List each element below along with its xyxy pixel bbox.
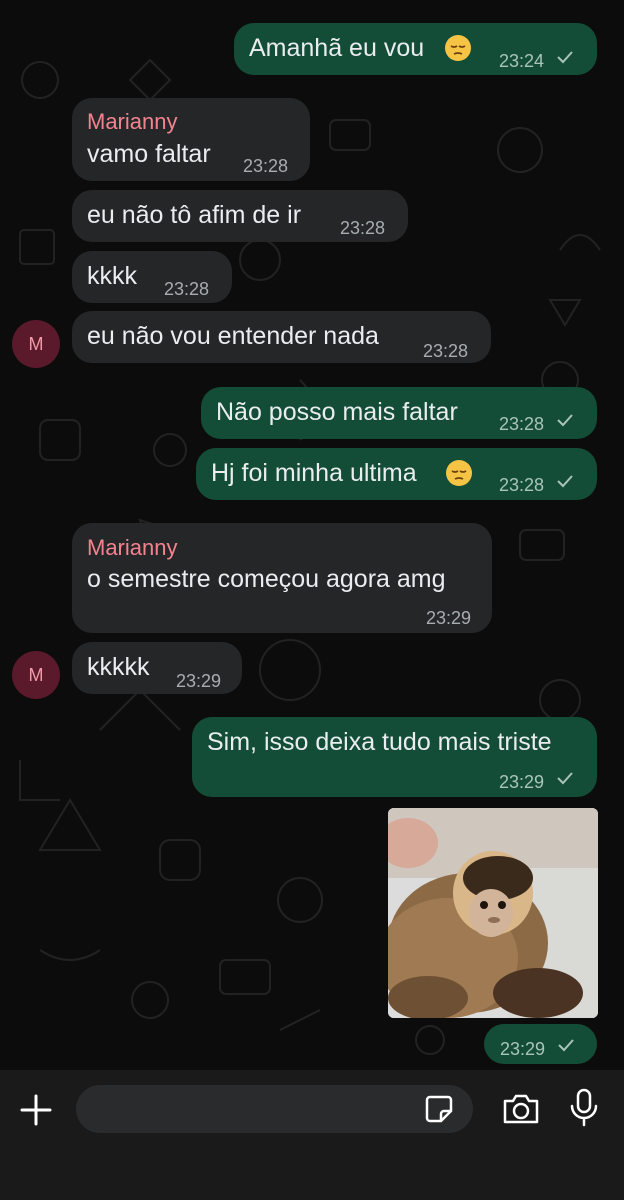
pensive-face-icon	[445, 35, 471, 61]
avatar[interactable]: M	[12, 651, 60, 699]
sender-name: Marianny	[87, 109, 178, 134]
message-time: 23:28	[499, 475, 545, 495]
avatar-initial: M	[28, 333, 44, 354]
message-text: Não posso mais faltar	[216, 398, 458, 426]
message-text: kkkk	[87, 262, 137, 290]
check-icon	[557, 475, 573, 488]
avatar[interactable]: M	[12, 320, 60, 368]
message-time: 23:28	[423, 341, 469, 361]
message-text: eu não tô afim de ir	[87, 201, 302, 229]
message-time: 23:29	[426, 608, 472, 628]
pensive-face-icon	[446, 460, 472, 486]
message-time: 23:28	[340, 218, 386, 238]
message-text: vamo faltar	[87, 140, 211, 168]
capuchin-monkey-photo	[388, 808, 598, 1018]
microphone-icon[interactable]	[569, 1088, 599, 1128]
incoming-message[interactable]: eu não vou entender nada 23:28	[72, 311, 491, 363]
message-input[interactable]	[76, 1085, 473, 1133]
image-message[interactable]	[388, 808, 598, 1018]
message-time: 23:24	[499, 51, 545, 71]
message-text: eu não vou entender nada	[87, 322, 379, 350]
outgoing-message[interactable]: Hj foi minha ultima 23:28	[196, 448, 597, 500]
message-time: 23:29	[499, 772, 545, 792]
message-text: kkkkk	[87, 653, 150, 681]
message-time: 23:28	[243, 156, 289, 176]
incoming-message[interactable]: kkkk 23:28	[72, 251, 232, 303]
message-text: o semestre começou agora amg	[87, 565, 446, 593]
incoming-message[interactable]: eu não tô afim de ir 23:28	[72, 190, 408, 242]
avatar-initial: M	[28, 664, 44, 685]
check-icon	[558, 1039, 574, 1052]
message-time: 23:29	[176, 671, 222, 691]
sender-name: Marianny	[87, 535, 178, 560]
plus-icon[interactable]	[19, 1093, 53, 1127]
camera-icon[interactable]	[501, 1092, 541, 1126]
message-text: Sim, isso deixa tudo mais triste	[207, 728, 552, 756]
outgoing-message[interactable]: Não posso mais faltar 23:28	[201, 387, 597, 439]
sticker-icon[interactable]	[424, 1094, 454, 1124]
check-icon	[557, 51, 573, 64]
incoming-message[interactable]: kkkkk 23:29	[72, 642, 242, 694]
message-text: Amanhã eu vou	[249, 34, 425, 62]
incoming-message[interactable]: Marianny o semestre começou agora amg 23…	[72, 523, 492, 633]
message-time: 23:28	[499, 414, 545, 434]
message-time: 23:29	[500, 1039, 546, 1059]
outgoing-message[interactable]: Sim, isso deixa tudo mais triste 23:29	[192, 717, 597, 797]
check-icon	[557, 414, 573, 427]
check-icon	[557, 772, 573, 785]
message-text: Hj foi minha ultima	[211, 459, 417, 487]
outgoing-message[interactable]: 23:29	[484, 1024, 597, 1064]
message-time: 23:28	[164, 279, 210, 299]
outgoing-message[interactable]: Amanhã eu vou 23:24	[234, 23, 597, 75]
incoming-message[interactable]: Marianny vamo faltar 23:28	[72, 98, 310, 181]
